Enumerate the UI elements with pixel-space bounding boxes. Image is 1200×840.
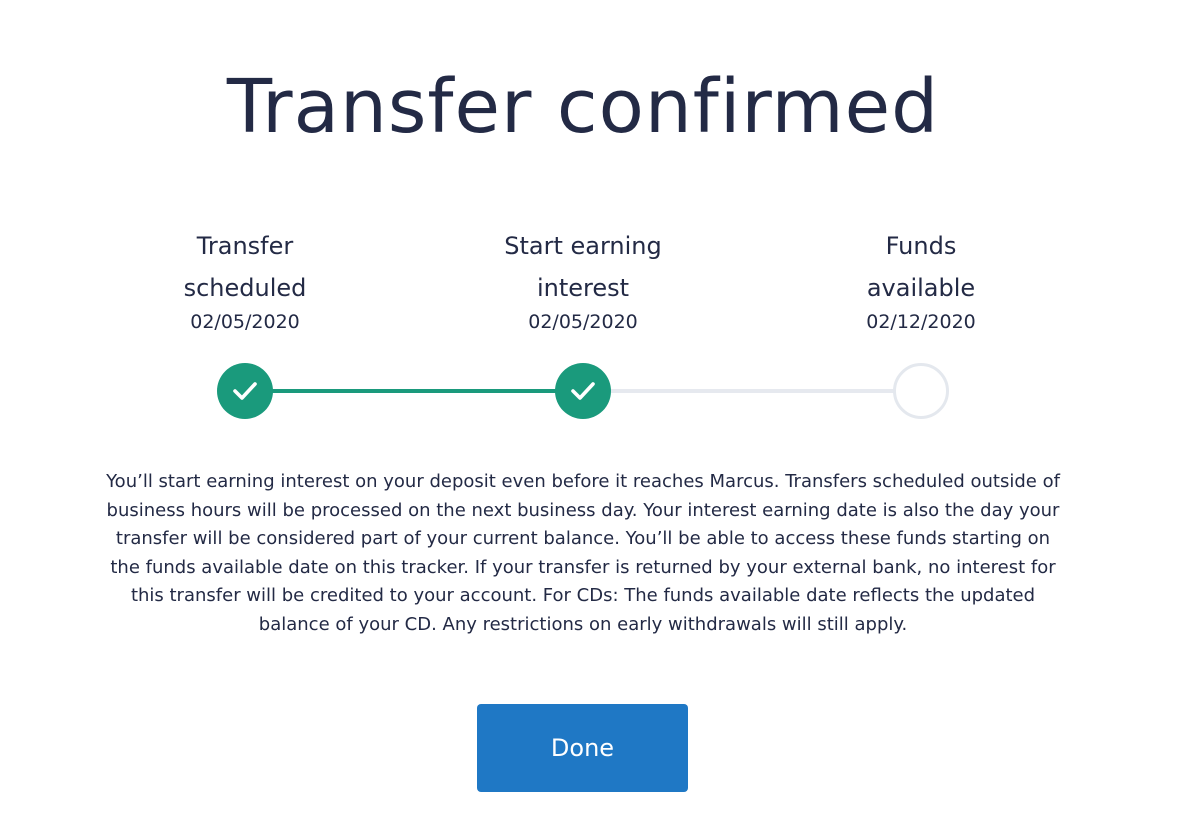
step-funds-available-label: Funds available (801, 225, 1041, 309)
step-transfer-scheduled-label: Transfer scheduled (125, 225, 365, 309)
step-label-line: available (866, 274, 976, 302)
step-label-line: Start earning (504, 232, 662, 260)
transfer-info-text: You’ll start earning interest on your de… (106, 471, 1060, 635)
step-label-line: Funds (885, 232, 957, 260)
transfer-progress-tracker: Transfer scheduled 02/05/2020 Start earn… (0, 0, 1200, 440)
step-transfer-scheduled-date: 02/05/2020 (190, 311, 300, 333)
progress-line-pending (583, 389, 921, 393)
step-label-line: interest (536, 274, 630, 302)
step-pending-indicator (893, 363, 949, 419)
step-complete-indicator (555, 363, 611, 419)
step-label-line: scheduled (183, 274, 307, 302)
done-button[interactable]: Done (477, 704, 688, 792)
step-label-line: Transfer (196, 232, 294, 260)
check-icon (571, 382, 595, 400)
step-complete-indicator (217, 363, 273, 419)
step-start-earning-interest-date: 02/05/2020 (528, 311, 638, 333)
step-start-earning-interest-label: Start earning interest (463, 225, 703, 309)
progress-line-complete (245, 389, 583, 393)
check-icon (233, 382, 257, 400)
step-funds-available-date: 02/12/2020 (866, 311, 976, 333)
